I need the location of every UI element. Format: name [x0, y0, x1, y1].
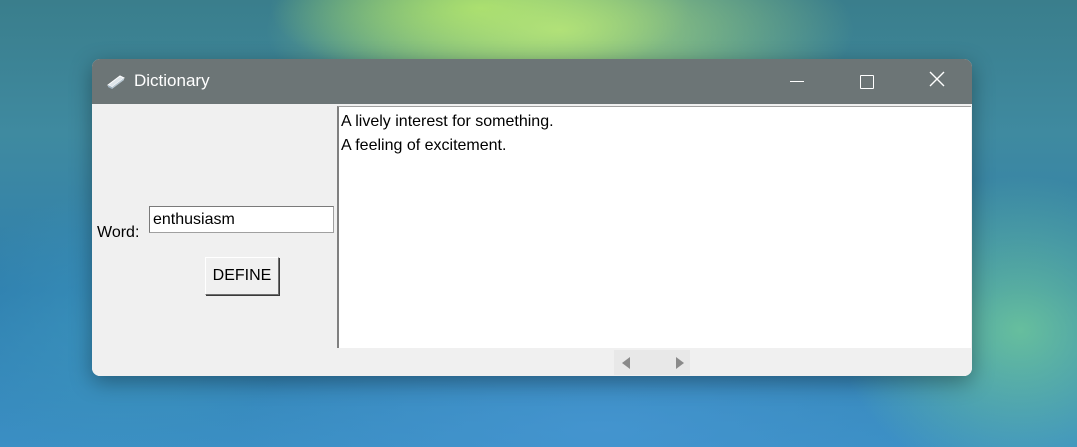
- define-button[interactable]: DEFINE: [205, 257, 279, 295]
- close-button[interactable]: [902, 59, 972, 104]
- dictionary-window: Dictionary Word: DEFINE A lively interes…: [92, 59, 972, 376]
- close-icon: [929, 71, 945, 92]
- definition-text-area[interactable]: A lively interest for something. A feeli…: [337, 106, 971, 348]
- scroll-left-icon[interactable]: [622, 357, 630, 369]
- window-content: Word: DEFINE A lively interest for somet…: [92, 104, 972, 376]
- word-input[interactable]: [149, 206, 334, 233]
- maximize-icon: [860, 74, 874, 89]
- maximize-button[interactable]: [832, 59, 902, 104]
- scroll-right-icon[interactable]: [676, 357, 684, 369]
- window-title: Dictionary: [134, 71, 210, 90]
- title-bar[interactable]: Dictionary: [92, 59, 972, 104]
- definition-line: A feeling of excitement.: [341, 137, 507, 154]
- word-label: Word:: [97, 224, 140, 241]
- minimize-icon: [790, 81, 804, 82]
- dictionary-app-icon: [106, 72, 126, 90]
- minimize-button[interactable]: [762, 59, 832, 104]
- horizontal-scrollbar[interactable]: [337, 349, 971, 376]
- definition-line: A lively interest for something.: [341, 113, 554, 130]
